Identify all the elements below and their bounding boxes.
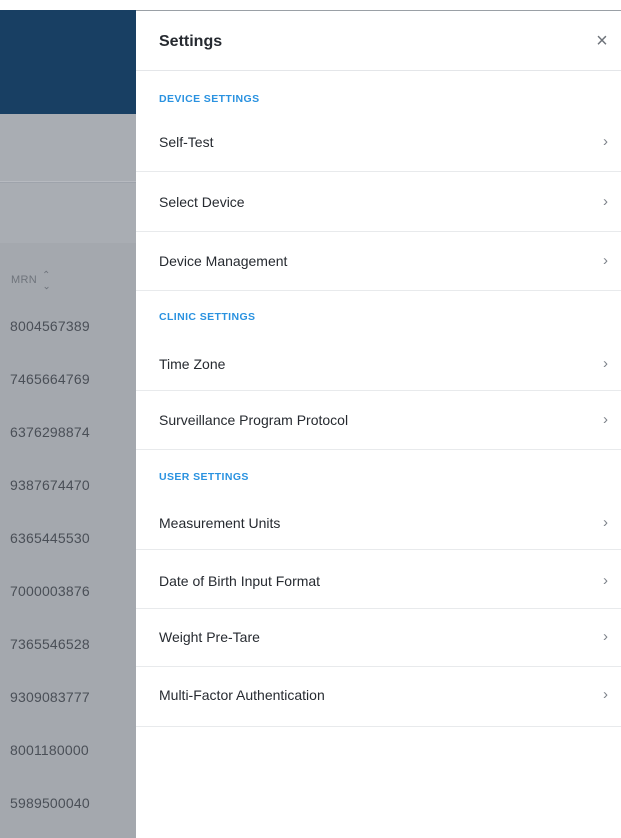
table-row-mrn[interactable]: 8001180000	[10, 742, 89, 758]
settings-item-label: Device Management	[159, 253, 288, 269]
settings-item-label: Time Zone	[159, 356, 226, 372]
settings-item-label: Multi-Factor Authentication	[159, 687, 325, 703]
settings-item-date-of-birth-input-format[interactable]: Date of Birth Input Format ›	[136, 550, 621, 609]
chevron-right-icon: ›	[603, 686, 608, 703]
sort-icon[interactable]: ⌃ ⌃	[42, 271, 51, 291]
settings-item-label: Date of Birth Input Format	[159, 573, 321, 589]
chevron-right-icon: ›	[603, 252, 608, 269]
top-edge	[0, 0, 136, 10]
table-row-mrn[interactable]: 5989500040	[10, 795, 90, 811]
settings-item-surveillance-program-protocol[interactable]: Surveillance Program Protocol ›	[136, 391, 621, 450]
chevron-right-icon: ›	[603, 133, 608, 150]
chevron-right-icon: ›	[603, 355, 608, 372]
table-row-mrn[interactable]: 7465664769	[10, 371, 90, 387]
chevron-right-icon: ›	[603, 514, 608, 531]
table-row-mrn[interactable]: 6365445530	[10, 530, 90, 546]
table-row-mrn[interactable]: 9309083777	[10, 689, 90, 705]
settings-item-measurement-units[interactable]: Measurement Units ›	[136, 490, 621, 550]
section-label-clinic-settings: CLINIC SETTINGS	[159, 311, 256, 323]
settings-item-label: Surveillance Program Protocol	[159, 412, 349, 428]
toolbar-row-2	[0, 183, 136, 243]
table-row-mrn[interactable]: 9387674470	[10, 477, 90, 493]
settings-item-label: Self-Test	[159, 134, 214, 150]
table-row-mrn[interactable]: 7000003876	[10, 583, 90, 599]
settings-item-weight-pre-tare[interactable]: Weight Pre-Tare ›	[136, 609, 621, 667]
section-label-user-settings: USER SETTINGS	[159, 471, 249, 483]
settings-item-device-management[interactable]: Device Management ›	[136, 232, 621, 291]
table-row-mrn[interactable]: 8004567389	[10, 318, 90, 334]
chevron-right-icon: ›	[603, 193, 608, 210]
chevron-right-icon: ›	[603, 628, 608, 645]
drawer-title: Settings	[159, 33, 223, 50]
mrn-header-label: MRN	[11, 274, 37, 286]
settings-item-time-zone[interactable]: Time Zone ›	[136, 330, 621, 391]
settings-item-label: Measurement Units	[159, 515, 281, 531]
settings-item-label: Weight Pre-Tare	[159, 629, 260, 645]
settings-drawer: Settings × DEVICE SETTINGS Self-Test › S…	[136, 11, 621, 838]
app-header	[0, 10, 136, 114]
close-icon[interactable]: ×	[593, 31, 611, 51]
settings-item-select-device[interactable]: Select Device ›	[136, 172, 621, 232]
chevron-right-icon: ›	[603, 411, 608, 428]
settings-item-multi-factor-authentication[interactable]: Multi-Factor Authentication ›	[136, 667, 621, 727]
section-label-device-settings: DEVICE SETTINGS	[159, 93, 260, 105]
settings-item-label: Select Device	[159, 194, 245, 210]
chevron-right-icon: ›	[603, 572, 608, 589]
background-app: MRN ⌃ ⌃ 8004567389 7465664769 6376298874 …	[0, 0, 136, 838]
settings-item-self-test[interactable]: Self-Test ›	[136, 112, 621, 172]
drawer-header: Settings ×	[136, 11, 621, 71]
mrn-column-header[interactable]: MRN ⌃ ⌃	[11, 271, 51, 291]
toolbar-row-1	[0, 114, 136, 182]
table-row-mrn[interactable]: 6376298874	[10, 424, 90, 440]
table-row-mrn[interactable]: 7365546528	[10, 636, 90, 652]
